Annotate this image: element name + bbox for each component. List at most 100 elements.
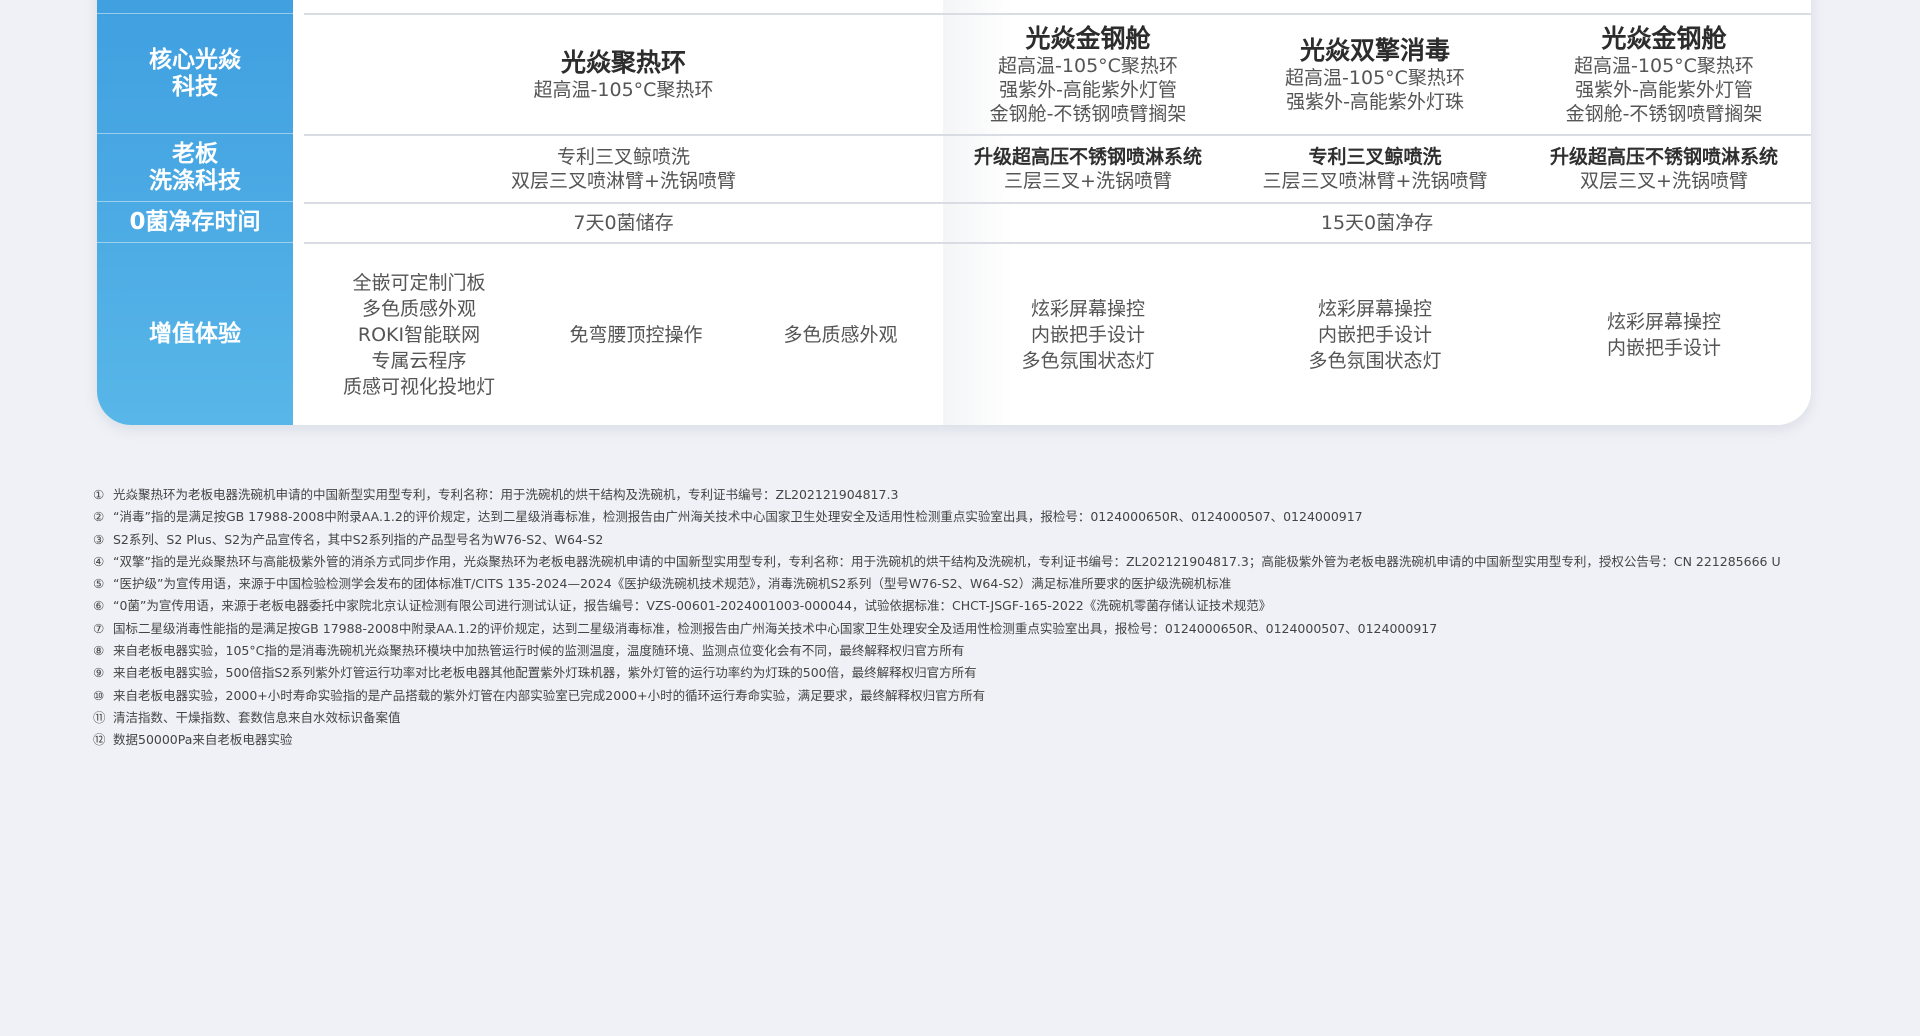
footnote-number: ⑪ — [93, 709, 106, 725]
footnote-number: ① — [93, 487, 105, 502]
core-cell-1: 光焱聚热环 超高温-105°C聚热环 — [304, 15, 943, 134]
value-cell-line: 多色质感外观 — [361, 297, 476, 320]
value-cell-line: 多色氛围状态灯 — [1308, 349, 1442, 372]
footnote-text: S2系列、S2 Plus、S2为产品宣传名，其中S2系列指的产品型号名为W76-… — [113, 531, 604, 547]
footnote-number: ⑨ — [93, 665, 105, 681]
wash-cell-1: 专利三叉鲸喷洗 双层三叉喷淋臂+洗锅喷臂 — [304, 136, 943, 202]
value-cell-line: 内嵌把手设计 — [1606, 336, 1721, 359]
zero-cell-2: 15天0菌净存 — [943, 204, 1811, 242]
row-header-top-edge — [97, 0, 293, 14]
footnote-item: ⑧ 来自老板电器实验，105°C指的是消毒洗碗机光焱聚热环模块中加热管运行时候的监… — [93, 640, 1893, 662]
footnote-number: ③ — [93, 531, 105, 547]
row-header-wash-line-1: 老板 — [172, 140, 218, 167]
footnote-number: ⑩ — [93, 687, 105, 703]
footnote-number: ⑫ — [93, 732, 106, 748]
value-cell-line: ROKI智能联网 — [357, 323, 481, 346]
core-cell-2: 光焱金钢舱 超高温-105°C聚热环 强紫外-高能紫外灯管 金钢舱-不锈钢喷臂搁… — [943, 15, 1233, 134]
footnote-item: ③ S2系列、S2 Plus、S2为产品宣传名，其中S2系列指的产品型号名为W76… — [93, 529, 1893, 551]
wash-cell-line: 双层三叉+洗锅喷臂 — [1580, 170, 1748, 192]
wash-cell-title: 专利三叉鲸喷洗 — [1308, 146, 1442, 168]
value-cell-line: 多色质感外观 — [783, 323, 898, 346]
footnote-text: “0菌”为宣传用语，来源于老板电器委托中家院北京认证检测有限公司进行测试认证，报… — [113, 598, 1272, 614]
core-cell-3: 光焱双擎消毒 超高温-105°C聚热环 强紫外-高能紫外灯珠 — [1233, 15, 1517, 134]
core-cell-line: 强紫外-高能紫外灯珠 — [1286, 90, 1464, 113]
footnote-text: 国标二星级消毒性能指的是满足按GB 17988-2008中附录AA.1.2的评价… — [113, 620, 1438, 636]
zero-cell-value: 7天0菌储存 — [573, 212, 674, 234]
footnote-number: ⑧ — [93, 643, 105, 659]
value-cell-line: 内嵌把手设计 — [1317, 323, 1432, 346]
value-cell-2: 免弯腰顶控操作 — [534, 244, 738, 425]
wash-cell-title: 专利三叉鲸喷洗 — [556, 146, 690, 168]
footnote-number: ⑤ — [93, 576, 105, 592]
row-header-core-line-1: 核心光焱 — [149, 46, 241, 73]
value-cell-line: 专属云程序 — [371, 349, 467, 372]
row-header-value-added: 增值体验 — [97, 243, 293, 425]
value-cell-line: 炫彩屏幕操控 — [1606, 310, 1721, 333]
value-cell-line: 炫彩屏幕操控 — [1317, 297, 1432, 320]
core-cell-line: 超高温-105°C聚热环 — [1285, 66, 1465, 89]
value-cell-line: 质感可视化投地灯 — [342, 375, 495, 398]
wash-cell-line: 双层三叉喷淋臂+洗锅喷臂 — [511, 170, 736, 192]
comparison-card: 核心光焱 科技 老板 洗涤科技 0菌净存时间 增值体验 光焱聚热环 超高温-10… — [97, 0, 1811, 425]
core-cell-4: 光焱金钢舱 超高温-105°C聚热环 强紫外-高能紫外灯管 金钢舱-不锈钢喷臂搁… — [1517, 15, 1811, 134]
footnote-number: ② — [93, 509, 105, 525]
row-header-core-line-2: 科技 — [172, 73, 218, 100]
footnote-text: 清洁指数、干燥指数、套数信息来自水效标识备案值 — [113, 709, 401, 725]
row-header-zero-label: 0菌净存时间 — [129, 208, 261, 235]
footnote-number: ⑥ — [93, 598, 105, 614]
footnote-text: 来自老板电器实验，2000+小时寿命实验指的是产品搭载的紫外灯管在内部实验室已完… — [113, 687, 986, 703]
wash-cell-line: 三层三叉喷淋臂+洗锅喷臂 — [1262, 170, 1488, 192]
row-header-sidebar: 核心光焱 科技 老板 洗涤科技 0菌净存时间 增值体验 — [97, 0, 293, 425]
zero-cell-1: 7天0菌储存 — [304, 204, 943, 242]
wash-cell-title: 升级超高压不锈钢喷淋系统 — [973, 146, 1202, 168]
footnote-item: ⑫ 数据50000Pa来自老板电器实验 — [93, 729, 1893, 751]
footnote-number: ④ — [93, 553, 105, 569]
footnote-text: 来自老板电器实验，500倍指S2系列紫外灯管运行功率对比老板电器其他配置紫外灯珠… — [113, 665, 977, 681]
row-header-wash-tech: 老板 洗涤科技 — [97, 134, 293, 202]
footnote-item: ④ “双擎”指的是光焱聚热环与高能极紫外管的消杀方式同步作用，光焱聚热环为老板电器… — [93, 551, 1893, 573]
wash-cell-line: 三层三叉+洗锅喷臂 — [1004, 170, 1172, 192]
footnote-text: “双擎”指的是光焱聚热环与高能极紫外管的消杀方式同步作用，光焱聚热环为老板电器洗… — [113, 553, 1781, 569]
zero-cell-value: 15天0菌净存 — [1320, 212, 1434, 234]
footnote-number: ⑦ — [93, 620, 105, 636]
footnotes: ① 光焱聚热环为老板电器洗碗机申请的中国新型实用型专利，专利名称：用于洗碗机的烘干… — [93, 484, 1893, 752]
core-cell-line: 金钢舱-不锈钢喷臂搁架 — [989, 102, 1187, 125]
row-header-value-label: 增值体验 — [149, 320, 241, 347]
core-cell-title: 光焱金钢舱 — [1025, 23, 1151, 53]
footnote-item: ⑨ 来自老板电器实验，500倍指S2系列紫外灯管运行功率对比老板电器其他配置紫外灯… — [93, 662, 1893, 684]
value-cell-line: 免弯腰顶控操作 — [569, 323, 703, 346]
core-cell-line: 超高温-105°C聚热环 — [1574, 54, 1754, 77]
footnote-item: ① 光焱聚热环为老板电器洗碗机申请的中国新型实用型专利，专利名称：用于洗碗机的烘干… — [93, 484, 1893, 506]
footnote-text: “医护级”为宣传用语，来源于中国检验检测学会发布的团体标准T/CITS 135-… — [113, 576, 1232, 592]
footnote-text: 来自老板电器实验，105°C指的是消毒洗碗机光焱聚热环模块中加热管运行时候的监测… — [113, 643, 965, 659]
value-cell-line: 多色氛围状态灯 — [1021, 349, 1155, 372]
value-cell-4: 炫彩屏幕操控 内嵌把手设计 多色氛围状态灯 — [943, 244, 1233, 425]
core-cell-line: 超高温-105°C聚热环 — [998, 54, 1178, 77]
footnote-text: 光焱聚热环为老板电器洗碗机申请的中国新型实用型专利，专利名称：用于洗碗机的烘干结… — [113, 487, 899, 502]
row-header-core-tech: 核心光焱 科技 — [97, 14, 293, 134]
value-cell-line: 内嵌把手设计 — [1030, 323, 1145, 346]
footnote-item: ② “消毒”指的是满足按GB 17988-2008中附录AA.1.2的评价规定，达… — [93, 506, 1893, 528]
value-cell-5: 炫彩屏幕操控 内嵌把手设计 多色氛围状态灯 — [1233, 244, 1517, 425]
footnote-text: “消毒”指的是满足按GB 17988-2008中附录AA.1.2的评价规定，达到… — [113, 509, 1363, 525]
core-cell-line: 强紫外-高能紫外灯管 — [1575, 78, 1753, 101]
value-cell-3: 多色质感外观 — [738, 244, 943, 425]
value-cell-line: 炫彩屏幕操控 — [1030, 297, 1145, 320]
core-cell-line: 超高温-105°C聚热环 — [533, 78, 714, 101]
footnote-item: ⑦ 国标二星级消毒性能指的是满足按GB 17988-2008中附录AA.1.2的评… — [93, 618, 1893, 640]
value-cell-6: 炫彩屏幕操控 内嵌把手设计 — [1517, 244, 1811, 425]
footnote-item: ⑤ “医护级”为宣传用语，来源于中国检验检测学会发布的团体标准T/CITS 135… — [93, 573, 1893, 595]
core-cell-line: 强紫外-高能紫外灯管 — [999, 78, 1177, 101]
wash-cell-title: 升级超高压不锈钢喷淋系统 — [1549, 146, 1778, 168]
value-cell-line: 全嵌可定制门板 — [352, 271, 486, 294]
footnote-item: ⑩ 来自老板电器实验，2000+小时寿命实验指的是产品搭载的紫外灯管在内部实验室已… — [93, 685, 1893, 707]
core-cell-title: 光焱金钢舱 — [1601, 23, 1727, 53]
core-cell-line: 金钢舱-不锈钢喷臂搁架 — [1565, 102, 1763, 125]
footnote-item: ⑥ “0菌”为宣传用语，来源于老板电器委托中家院北京认证检测有限公司进行测试认证，… — [93, 595, 1893, 617]
value-cell-1: 全嵌可定制门板 多色质感外观 ROKI智能联网 专属云程序 质感可视化投地灯 — [304, 244, 534, 425]
row-header-zero-germ: 0菌净存时间 — [97, 202, 293, 243]
row-header-wash-line-2: 洗涤科技 — [149, 167, 241, 194]
wash-cell-2: 升级超高压不锈钢喷淋系统 三层三叉+洗锅喷臂 — [943, 136, 1233, 202]
core-cell-title: 光焱双擎消毒 — [1299, 35, 1450, 65]
wash-cell-3: 专利三叉鲸喷洗 三层三叉喷淋臂+洗锅喷臂 — [1233, 136, 1517, 202]
